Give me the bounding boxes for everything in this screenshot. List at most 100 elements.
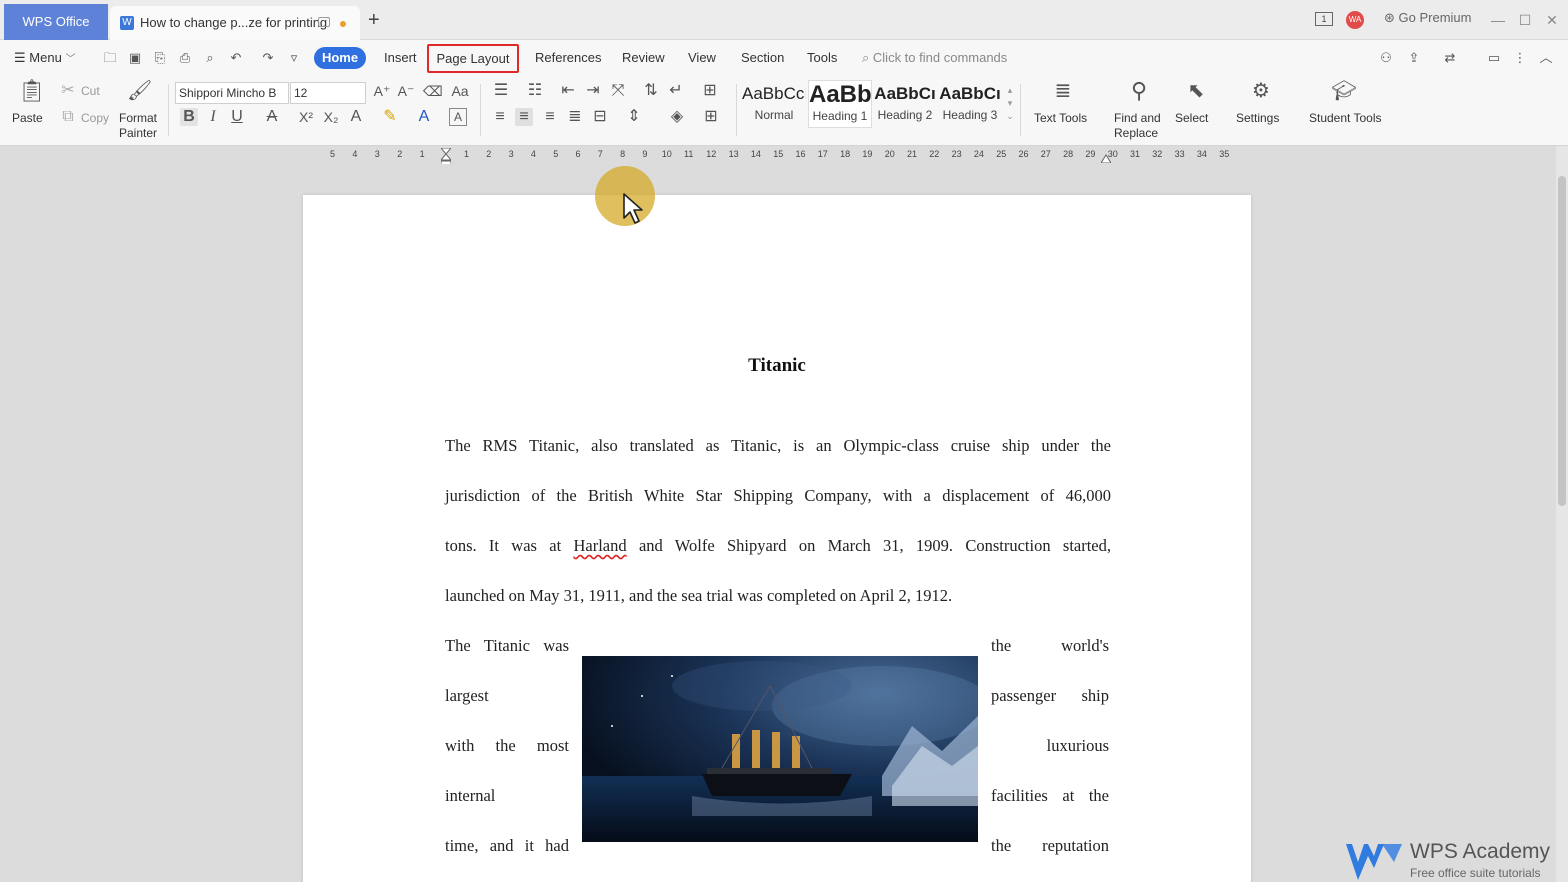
text-effect-icon[interactable]: A: [347, 108, 365, 126]
ruler-tick-label: 4: [530, 149, 536, 159]
tab-view[interactable]: View: [688, 50, 716, 65]
increase-indent-icon[interactable]: ⇥: [584, 82, 602, 100]
style-normal[interactable]: AaBbCcI Normal: [742, 80, 806, 128]
tab-references[interactable]: References: [535, 50, 601, 65]
ruler-tick-label: 6: [575, 149, 581, 159]
tab-tools[interactable]: Tools: [807, 50, 837, 65]
customize-toolbar-icon[interactable]: ▿: [286, 50, 302, 66]
open-folder-icon[interactable]: 🗀: [102, 50, 118, 66]
main-menu-button[interactable]: ☰ Menu ﹀: [14, 50, 75, 66]
export-pdf-icon[interactable]: ⎘: [152, 50, 168, 66]
sort-icon[interactable]: ⇅: [642, 82, 660, 100]
tab-section[interactable]: Section: [741, 50, 784, 65]
line-spacing-icon[interactable]: ⇕: [625, 108, 643, 126]
document-canvas[interactable]: Titanic The RMS Titanic, also translated…: [0, 164, 1556, 882]
clear-format-icon[interactable]: ⌫: [423, 82, 443, 100]
vertical-scrollbar[interactable]: [1556, 146, 1568, 882]
scissors-icon: ✂: [61, 82, 75, 99]
new-tab-button[interactable]: +: [368, 10, 380, 30]
borders-icon[interactable]: ⊞: [702, 108, 720, 126]
chinese-layout-icon[interactable]: ⤧: [609, 82, 627, 100]
align-left-icon[interactable]: ≡: [491, 108, 509, 126]
highlight-icon[interactable]: ✎: [381, 108, 399, 126]
wps-writer-window: WPS Office W How to change p...ze for pr…: [0, 0, 1568, 882]
window-layout-icon[interactable]: 1: [1315, 12, 1333, 26]
bullets-icon[interactable]: ☰: [492, 82, 510, 100]
styles-scroll-icon[interactable]: ▴ ▾ ⌄: [1004, 84, 1016, 123]
superscript-icon[interactable]: X²: [296, 108, 316, 126]
tab-page-layout[interactable]: Page Layout: [427, 44, 519, 73]
style-heading-1[interactable]: AaBb Heading 1: [808, 80, 872, 128]
minimize-icon[interactable]: —: [1488, 10, 1508, 30]
more-options-icon[interactable]: ⋮: [1512, 50, 1528, 66]
strikethrough-icon[interactable]: A: [263, 108, 281, 126]
wrap-right-line: the world's: [991, 636, 1109, 655]
font-color-icon[interactable]: A: [415, 108, 433, 126]
horizontal-ruler[interactable]: 5 4 3 2 1 1 2 3 4 5 6 7 8 9 10 11 12 13 14 15 16 17 18 19 20 21 22…: [0, 146, 1568, 168]
tab-review[interactable]: Review: [622, 50, 665, 65]
go-premium-button[interactable]: ⊛ Go Premium: [1384, 10, 1472, 26]
justify-icon[interactable]: ≣: [566, 108, 584, 126]
tab-insert[interactable]: Insert: [384, 50, 417, 65]
watermark-subtitle: Free office suite tutorials: [1410, 866, 1541, 880]
tab-home[interactable]: Home: [314, 47, 366, 69]
hamburger-icon: ☰: [14, 50, 26, 65]
document-page[interactable]: Titanic The RMS Titanic, also translated…: [303, 195, 1251, 882]
change-case-icon[interactable]: Aa: [447, 82, 473, 100]
align-right-icon[interactable]: ≡: [541, 108, 559, 126]
command-search[interactable]: ⌕ Click to find commands: [862, 50, 1007, 66]
distribute-icon[interactable]: ⊟: [591, 108, 609, 126]
underline-icon[interactable]: U: [228, 108, 246, 126]
increase-font-icon[interactable]: A⁺: [373, 82, 391, 100]
save-icon[interactable]: ▣: [127, 50, 143, 66]
right-indent-marker-icon[interactable]: [1100, 150, 1112, 164]
sync-icon[interactable]: ⇄: [1442, 50, 1458, 66]
document-tab[interactable]: W How to change p...ze for printing: [110, 6, 360, 40]
divider: [736, 84, 737, 136]
tab-stops-icon[interactable]: ⊞: [701, 82, 719, 100]
redo-icon[interactable]: ↷: [260, 50, 276, 66]
maximize-icon[interactable]: ☐: [1515, 10, 1535, 30]
italic-icon[interactable]: I: [205, 108, 221, 126]
decrease-font-icon[interactable]: A⁻: [397, 82, 415, 100]
menu-bar: ☰ Menu ﹀ 🗀 ▣ ⎘ ⎙ ⌕ ↶ ↷ ▿ Home Insert Pag…: [0, 40, 1568, 76]
numbering-icon[interactable]: ☷: [526, 82, 544, 100]
decrease-indent-icon[interactable]: ⇤: [559, 82, 577, 100]
style-heading-3[interactable]: AaBbCı Heading 3: [938, 80, 1002, 128]
align-center-icon[interactable]: ≡: [515, 108, 533, 126]
print-icon[interactable]: ⎙: [177, 50, 193, 66]
titanic-image[interactable]: [582, 656, 978, 842]
share-icon[interactable]: ⇪: [1406, 50, 1422, 66]
wps-office-tab[interactable]: WPS Office: [4, 4, 108, 40]
wrap-left-line: internal: [445, 786, 496, 805]
ruler-tick-label: 4: [352, 149, 358, 159]
pointer-icon: ⬉: [1187, 80, 1205, 102]
undo-icon[interactable]: ↶: [228, 50, 244, 66]
collaborate-icon[interactable]: ⚇: [1378, 50, 1394, 66]
bold-icon[interactable]: B: [180, 108, 198, 126]
shading-icon[interactable]: ◈: [668, 108, 686, 126]
style-heading-2[interactable]: AaBbCı Heading 2: [873, 80, 937, 128]
close-icon[interactable]: ✕: [1542, 10, 1562, 30]
ruler-tick-label: 5: [330, 149, 336, 159]
ruler-tick-label: 15: [773, 149, 784, 159]
avatar[interactable]: WA: [1346, 11, 1364, 29]
scrollbar-thumb[interactable]: [1558, 176, 1566, 506]
copy-label: Copy: [81, 111, 110, 125]
spellcheck-word[interactable]: Harland: [573, 536, 626, 555]
collapse-ribbon-icon[interactable]: ︿: [1538, 50, 1554, 66]
menu-label: Menu: [29, 50, 62, 65]
student-tools-label: Student Tools: [1309, 111, 1382, 125]
paragraph-line-1: The RMS Titanic, also translated as Tita…: [445, 436, 1111, 455]
home-ribbon: 📋︎ Paste ✂ Cut ⧉ Copy 🖌︎ Format Painter …: [0, 76, 1568, 146]
show-marks-icon[interactable]: ↵: [667, 82, 685, 100]
subscript-icon[interactable]: X₂: [321, 108, 341, 126]
style-heading-1-sample: AaBb: [809, 81, 871, 108]
comment-icon[interactable]: ▭: [1486, 50, 1502, 66]
line-3-end: and Wolfe Shipyard on March 31, 1909. Co…: [626, 536, 1111, 555]
char-border-icon[interactable]: A: [449, 108, 467, 126]
print-preview-icon[interactable]: ⌕: [202, 50, 218, 66]
font-family-select[interactable]: Shippori Mincho B: [175, 82, 289, 104]
wrap-left-line: with the most: [445, 736, 569, 755]
font-size-select[interactable]: 12: [290, 82, 366, 104]
